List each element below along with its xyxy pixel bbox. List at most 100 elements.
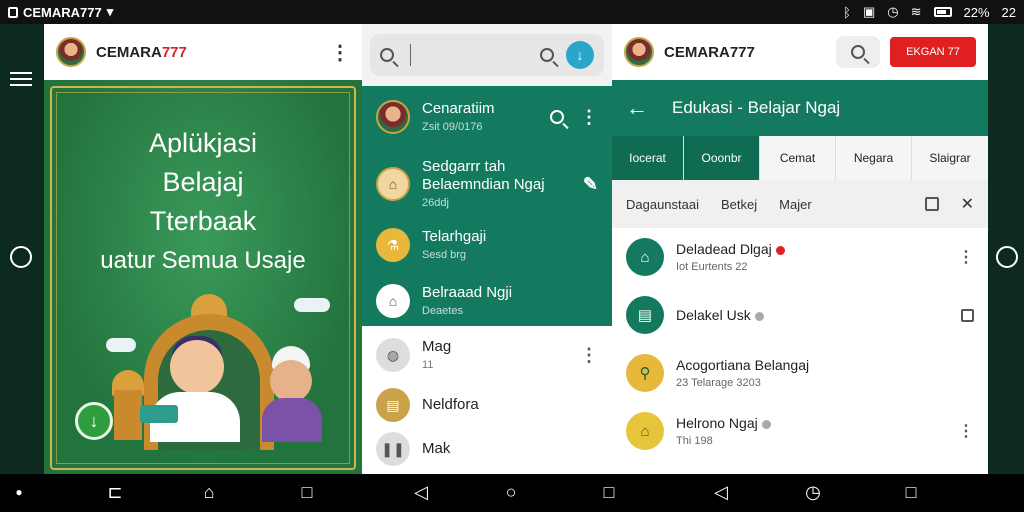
back-arrow-icon[interactable]: ←	[626, 95, 648, 121]
home-header: CEMARA777 ⋮	[44, 24, 362, 80]
item-subtitle: 23 Telarage 3203	[676, 377, 761, 389]
home-icon[interactable]: ○	[500, 482, 522, 502]
item-title: Deladead Dlgaj	[676, 241, 772, 257]
item-title: Belaemndian Ngaj	[422, 176, 545, 193]
more-options-icon[interactable]: ⋮	[330, 40, 350, 65]
edu-tabs: Iocerat Ooonbr Cemat Negara Slaigrar	[612, 136, 988, 180]
list-item[interactable]: ❚❚ Mak	[362, 432, 612, 466]
cloud-illustration	[294, 298, 330, 312]
list-item[interactable]: ⚗ Telarhgaji Sesd brg	[362, 228, 612, 262]
search-button[interactable]	[836, 36, 880, 68]
tab[interactable]: Negara	[836, 136, 912, 180]
tab[interactable]: Slaigrar	[912, 136, 988, 180]
item-subtitle: Deaetes	[422, 305, 463, 317]
item-title: Belraaad Ngji	[422, 284, 513, 301]
item-title: Telarhgaji	[422, 228, 487, 245]
tab[interactable]: Ooonbr	[684, 136, 760, 180]
list-item[interactable]: ⌂ Helrono Ngaj Thi 198 ⋮	[612, 412, 988, 450]
edit-icon[interactable]: ✎	[583, 174, 598, 195]
status-bar: CEMARA777 ▾ ᛒ ▣ ◷ ≋ 22% 22	[0, 0, 1024, 24]
edu-titlebar: ← Edukasi - Belajar Ngaj	[612, 80, 988, 136]
wifi-icon: ≋	[910, 4, 922, 19]
filter-chip[interactable]: Majer	[779, 197, 812, 212]
item-subtitle: 11	[422, 359, 434, 371]
pause-icon: ❚❚	[376, 432, 410, 466]
signal-icon: ▾	[106, 4, 114, 19]
left-side-circle[interactable]	[10, 246, 32, 268]
list-item[interactable]: ⚲ Acogortiana Belangaj 23 Telarage 3203	[612, 354, 988, 392]
brand-name: CEMARA777	[664, 43, 755, 61]
search-icon	[851, 45, 865, 59]
red-badge	[775, 245, 785, 255]
boy-illustration	[170, 340, 224, 394]
grey-badge	[761, 419, 771, 429]
search-input[interactable]: ↓	[370, 34, 604, 76]
filter-chip[interactable]: Betkej	[721, 197, 757, 212]
item-title: Sedgarrr tah	[422, 158, 506, 175]
list-item[interactable]: ◍ Mag 11 ⋮	[362, 338, 612, 372]
image-icon: ▣	[862, 4, 876, 19]
more-options-icon[interactable]: ⋮	[580, 345, 598, 366]
edit-icon[interactable]	[924, 197, 939, 211]
item-title: Delakel Usk	[676, 307, 751, 323]
bluetooth-icon: ᛒ	[843, 4, 851, 20]
avatar[interactable]	[624, 37, 654, 67]
text-cursor	[410, 44, 411, 66]
item-title: Cenaratiim	[422, 100, 495, 117]
boy-body-illustration	[262, 398, 322, 442]
boy-illustration	[270, 360, 312, 402]
back-icon[interactable]: ◁	[710, 482, 732, 502]
filter-chip[interactable]: Dagaunstaai	[626, 197, 699, 212]
chat-search-bar: ↓	[362, 24, 612, 86]
tab[interactable]: Cemat	[760, 136, 836, 180]
download-fab[interactable]: ↓	[75, 402, 113, 440]
mosque-icon: ⌂	[626, 238, 664, 276]
battery-percent: 22%	[963, 4, 990, 20]
dot-icon[interactable]: ●	[8, 482, 30, 502]
lesson-list: ⌂ Deladead Dlgaj Iot Eurtents 22 ⋮ ▤ Del…	[612, 228, 988, 474]
list-item[interactable]: ⌂ Belraaad Ngji Deaetes	[362, 284, 612, 318]
lamp-icon: ⚲	[626, 354, 664, 392]
more-options-icon[interactable]: ⋮	[958, 421, 974, 441]
close-icon[interactable]: ✕	[961, 194, 974, 214]
overview-icon[interactable]: □	[900, 482, 922, 502]
banner-line: uatur Semua Usaje	[100, 247, 306, 274]
overview-icon[interactable]: □	[296, 482, 318, 502]
search-icon[interactable]	[550, 110, 564, 124]
more-options-icon[interactable]: ⋮	[580, 107, 598, 128]
home-icon[interactable]: ◷	[802, 482, 824, 502]
search-icon[interactable]	[380, 48, 394, 62]
item-title: Acogortiana Belangaj	[676, 357, 810, 373]
book-illustration	[140, 405, 178, 423]
page-title: Edukasi - Belajar Ngaj	[672, 98, 841, 117]
mosque-icon: ⌂	[376, 167, 410, 201]
more-options-icon[interactable]: ⋮	[958, 247, 974, 267]
menu-icon[interactable]	[10, 68, 32, 90]
search-icon[interactable]	[540, 48, 554, 62]
voice-icon[interactable]: ↓	[566, 41, 594, 69]
edit-icon[interactable]	[961, 308, 974, 322]
banner-title: Aplükjasi Belajaj Tterbaak uatur Semua U…	[44, 124, 362, 280]
item-subtitle: Sesd brg	[422, 249, 467, 261]
banner-line: Belajaj	[162, 167, 244, 197]
home-icon[interactable]: ⌂	[198, 482, 220, 502]
tab[interactable]: Iocerat	[612, 136, 684, 180]
list-item[interactable]: ▤ Delakel Usk	[612, 296, 988, 334]
brand-prefix: CEMARA	[96, 43, 162, 61]
chat-list-highlighted: Cenaratiim Zsit 09/0176 ⋮ ⌂ Sedgarrr tah…	[362, 86, 612, 326]
chat-list: ◍ Mag 11 ⋮ ▤ Neldfora ❚❚ Mak	[362, 326, 612, 474]
list-item[interactable]: ⌂ Sedgarrr tah Belaemndian Ngaj 26ddj ✎	[362, 158, 612, 210]
right-side-circle[interactable]	[996, 246, 1018, 268]
avatar	[376, 100, 410, 134]
overview-icon[interactable]: □	[598, 482, 620, 502]
red-action-button[interactable]: EKGAN 77	[890, 37, 976, 67]
avatar[interactable]	[56, 37, 86, 67]
back-icon[interactable]: ◁	[410, 482, 432, 502]
list-item[interactable]: ⌂ Deladead Dlgaj Iot Eurtents 22 ⋮	[612, 238, 988, 276]
recents-back-icon[interactable]: ⊏	[104, 482, 126, 502]
battery-icon	[933, 7, 952, 17]
list-item[interactable]: Cenaratiim Zsit 09/0176 ⋮	[362, 100, 612, 134]
filter-bar: Dagaunstaai Betkej Majer ✕	[612, 180, 988, 228]
banner-line: Tterbaak	[149, 206, 257, 236]
list-item[interactable]: ▤ Neldfora	[362, 388, 612, 422]
